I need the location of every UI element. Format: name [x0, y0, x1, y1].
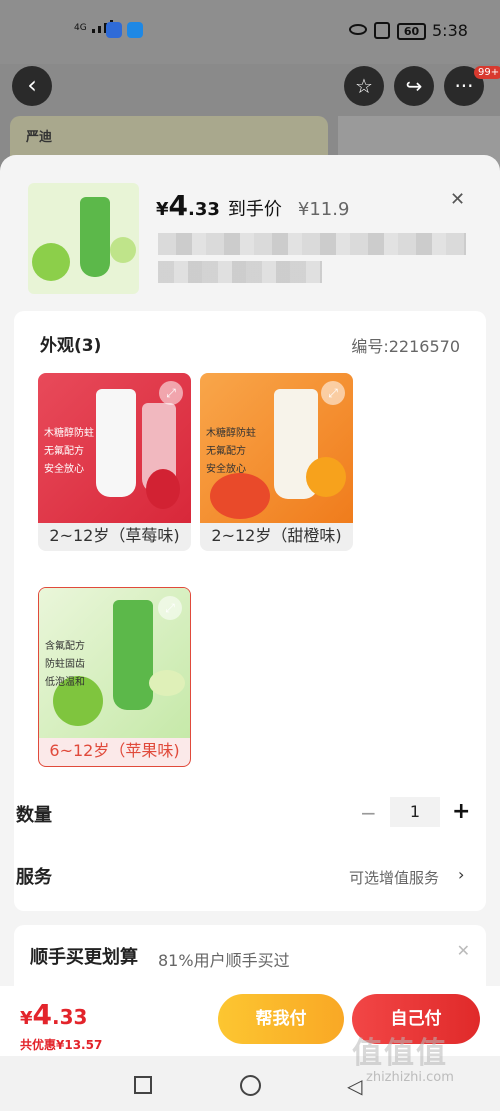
blurred-product-subtitle	[158, 261, 322, 283]
status-bar: 4G 60 5:38	[0, 0, 500, 64]
notification-badge: 99+	[474, 66, 500, 79]
quantity-input[interactable]: 1	[390, 797, 440, 827]
service-label: 服务	[16, 867, 52, 888]
recent-apps-icon[interactable]	[134, 1076, 152, 1094]
price-decimal: .33	[188, 199, 220, 220]
help-pay-button[interactable]: 帮我付	[218, 994, 344, 1044]
feature-text: 安全放心	[44, 464, 84, 475]
back-triangle-icon[interactable]: ◁	[347, 1074, 362, 1098]
bundle-subtitle: 81%用户顺手买过	[158, 951, 290, 970]
close-icon[interactable]: ✕	[450, 189, 465, 210]
variant-label: 2~12岁（草莓味)	[49, 526, 180, 545]
app-notification-icon	[127, 22, 143, 38]
brand-logo: 严迪	[26, 130, 53, 145]
quantity-label: 数量	[16, 805, 52, 826]
watermark: 值值值	[352, 1036, 448, 1071]
variant-option-orange[interactable]: 木糖醇防蛀 无氟配方 安全放心 ⤢ 2~12岁（甜橙味)	[200, 373, 353, 551]
price-display: ¥ 4 .33 到手价 ¥11.9	[156, 189, 349, 222]
expand-icon[interactable]: ⤢	[321, 381, 345, 405]
total-price: ¥ 4 .33	[20, 998, 87, 1031]
app-notification-icon	[106, 22, 122, 38]
back-button[interactable]: ‹	[12, 66, 52, 106]
eye-comfort-icon	[349, 24, 367, 35]
variant-image: 木糖醇防蛀 无氟配方 安全放心 ⤢	[38, 373, 191, 523]
variant-option-strawberry[interactable]: 木糖醇防蛀 无氟配方 安全放心 ⤢ 2~12岁（草莓味)	[38, 373, 191, 551]
variant-label: 2~12岁（甜橙味)	[211, 526, 342, 545]
bundle-title: 顺手买更划算	[30, 947, 138, 968]
home-icon[interactable]	[240, 1075, 261, 1096]
original-price: ¥11.9	[297, 199, 350, 220]
blurred-product-title	[158, 233, 466, 255]
decrement-button[interactable]: −	[360, 801, 377, 825]
total-currency: ¥	[20, 1008, 33, 1029]
sku-selection-sheet: ¥ 4 .33 到手价 ¥11.9 ✕ 外观(3) 编号:2216570 木糖醇…	[0, 155, 500, 1055]
price-integer: 4	[168, 189, 189, 222]
feature-text: 无氟配方	[206, 446, 246, 457]
increment-button[interactable]: +	[452, 799, 470, 824]
watermark-url: zhizhizhi.com	[366, 1070, 454, 1085]
price-label: 到手价	[227, 199, 282, 220]
total-decimal: .33	[52, 1005, 88, 1029]
vibrate-icon	[374, 22, 390, 39]
battery-icon: 60	[397, 23, 426, 40]
favorite-button[interactable]: ☆	[344, 66, 384, 106]
feature-text: 安全放心	[206, 464, 246, 475]
expand-icon[interactable]: ⤢	[159, 381, 183, 405]
feature-text: 无氟配方	[44, 446, 84, 457]
sku-number: 编号:2216570	[351, 337, 460, 356]
feature-text: 木糖醇防蛀	[44, 428, 94, 439]
product-thumbnail[interactable]	[28, 183, 139, 294]
variant-image: 木糖醇防蛀 无氟配方 安全放心 ⤢	[200, 373, 353, 523]
discount-text: 共优惠¥13.57	[20, 1038, 103, 1052]
feature-text: 防蛀固齿	[45, 659, 85, 670]
total-integer: 4	[32, 998, 53, 1031]
feature-text: 含氟配方	[45, 641, 85, 652]
chevron-right-icon: ›	[458, 865, 465, 884]
service-value: 可选增值服务	[349, 869, 440, 887]
expand-icon[interactable]: ⤢	[158, 596, 182, 620]
network-type: 4G	[74, 23, 87, 33]
more-dots-icon: ···	[454, 74, 474, 98]
feature-text: 低泡温和	[45, 677, 85, 688]
variant-image: 含氟配方 防蛀固齿 低泡温和 ⤢	[39, 588, 190, 738]
close-icon[interactable]: ✕	[457, 941, 470, 960]
battery-level: 60	[403, 25, 420, 38]
appearance-title: 外观(3)	[40, 336, 102, 356]
variant-label: 6~12岁（苹果味)	[49, 741, 180, 760]
feature-text: 木糖醇防蛀	[206, 428, 256, 439]
share-icon: ↪	[405, 74, 423, 98]
chevron-left-icon: ‹	[27, 71, 37, 99]
clock: 5:38	[432, 21, 468, 40]
share-button[interactable]: ↪	[394, 66, 434, 106]
star-icon: ☆	[355, 74, 373, 98]
price-currency: ¥	[156, 199, 169, 220]
variant-option-apple[interactable]: 含氟配方 防蛀固齿 低泡温和 ⤢ 6~12岁（苹果味)	[38, 587, 191, 767]
